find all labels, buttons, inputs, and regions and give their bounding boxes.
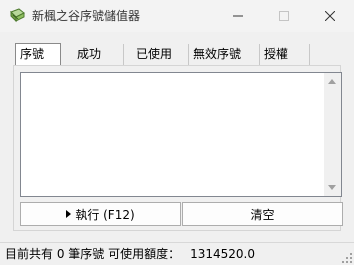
vertical-scrollbar[interactable] bbox=[324, 73, 341, 196]
minimize-button[interactable] bbox=[216, 0, 260, 32]
clear-button[interactable]: 清空 bbox=[182, 202, 343, 226]
tab-invalid-serials[interactable]: 無效序號 bbox=[189, 44, 260, 65]
maximize-icon bbox=[279, 11, 289, 21]
tab-used[interactable]: 已使用 bbox=[132, 44, 189, 65]
status-bar: 目前共有 0 筆序號 可使用額度： 1314520.0 bbox=[0, 242, 354, 265]
tab-label: 授權 bbox=[264, 47, 289, 61]
tab-strip: 序號 成功 已使用 無效序號 授權 bbox=[13, 43, 341, 66]
minimize-icon bbox=[233, 15, 243, 17]
serial-listbox[interactable] bbox=[20, 72, 342, 197]
app-window: 新楓之谷序號儲值器 序號 成功 已使用 無效序號 授權 執行 (F12) 清空 … bbox=[0, 0, 354, 265]
execute-button[interactable]: 執行 (F12) bbox=[20, 202, 181, 226]
scroll-up-icon[interactable] bbox=[328, 79, 336, 84]
execute-label: 執行 (F12) bbox=[75, 207, 135, 222]
tab-label: 序號 bbox=[20, 47, 45, 61]
window-title: 新楓之谷序號儲值器 bbox=[32, 9, 141, 23]
play-icon bbox=[66, 210, 72, 218]
close-icon bbox=[325, 11, 335, 21]
tab-label: 無效序號 bbox=[193, 47, 242, 61]
tab-serials[interactable]: 序號 bbox=[15, 43, 61, 66]
maximize-button[interactable] bbox=[262, 0, 306, 32]
tab-label: 成功 bbox=[77, 47, 102, 61]
notebook-icon bbox=[10, 8, 25, 23]
close-button[interactable] bbox=[308, 0, 352, 32]
quota-value: 1314520.0 bbox=[190, 247, 255, 261]
title-bar[interactable]: 新楓之谷序號儲值器 bbox=[0, 0, 354, 32]
status-text: 目前共有 0 筆序號 可使用額度： bbox=[5, 247, 181, 261]
tab-authorization[interactable]: 授權 bbox=[260, 44, 310, 65]
tab-success[interactable]: 成功 bbox=[73, 44, 124, 65]
tab-label: 已使用 bbox=[136, 47, 173, 61]
resize-grip-icon[interactable] bbox=[342, 253, 352, 263]
clear-label: 清空 bbox=[250, 207, 275, 222]
scroll-down-icon[interactable] bbox=[328, 185, 336, 190]
